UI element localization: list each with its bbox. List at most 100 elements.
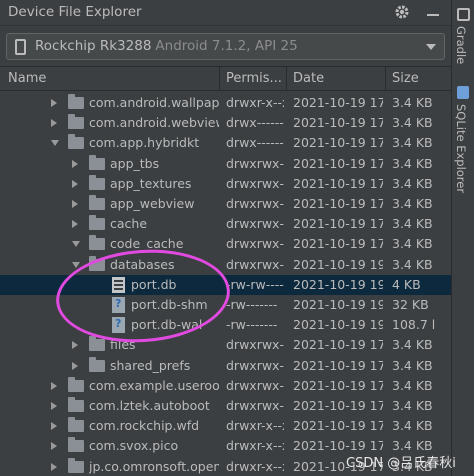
file-name: port.db-wal xyxy=(131,317,203,333)
table-row[interactable]: app_textures drwxrwx--x 2021-10-19 17: 3.4 … xyxy=(0,174,451,194)
device-label: Rockchip Rk3288 Android 7.1.2, API 25 xyxy=(35,38,298,54)
file-permissions: drwxrwx--x xyxy=(226,337,284,353)
file-date: 2021-10-19 17: xyxy=(293,337,383,353)
database-icon xyxy=(457,86,469,99)
file-date: 2021-10-19 17: xyxy=(293,135,383,151)
chevron-right-icon[interactable] xyxy=(72,159,78,168)
file-permissions: drwxr-x--x xyxy=(226,438,284,454)
file-permissions: drwxrwx--x xyxy=(226,196,284,211)
table-row[interactable]: files drwxrwx--x 2021-10-19 17: 3.4 KB xyxy=(0,335,451,355)
chevron-right-icon[interactable] xyxy=(72,200,78,208)
column-divider[interactable] xyxy=(219,67,220,91)
file-permissions: drwx------ xyxy=(226,115,284,131)
device-selector-row: Rockchip Rk3288 Android 7.1.2, API 25 xyxy=(0,26,451,66)
file-date: 2021-10-19 17: xyxy=(293,196,383,211)
chevron-right-icon[interactable] xyxy=(72,361,78,370)
file-permissions: -rw------- xyxy=(226,297,278,312)
file-permissions: drwxr-x--x xyxy=(226,418,284,434)
file-size: 3.4 KB xyxy=(392,236,433,252)
chevron-right-icon[interactable] xyxy=(51,442,57,451)
chevron-right-icon[interactable] xyxy=(72,220,78,229)
file-date: 2021-10-19 17: xyxy=(293,418,383,434)
table-row[interactable]: shared_prefs drwxrwx--x 2021-10-19 17: 3.4 … xyxy=(0,356,451,376)
file-permissions: drwxrwx--x xyxy=(226,175,284,191)
database-file-icon xyxy=(112,276,125,293)
file-date: 2021-10-19 19: xyxy=(293,317,383,333)
file-name: com.android.wallpap xyxy=(89,95,219,110)
folder-icon xyxy=(89,195,105,210)
file-size: 3.4 KB xyxy=(392,175,433,191)
column-divider[interactable] xyxy=(286,67,287,91)
file-name: port.db-shm xyxy=(131,297,208,312)
file-size: 3.4 KB xyxy=(392,377,433,393)
chevron-down-icon[interactable] xyxy=(51,140,59,147)
device-dropdown[interactable]: Rockchip Rk3288 Android 7.1.2, API 25 xyxy=(6,33,445,60)
table-row[interactable]: cache drwxrwx--x 2021-10-19 17: 3.4 KB xyxy=(0,214,451,234)
file-permissions: drwxr-x--x xyxy=(226,95,284,110)
column-divider[interactable] xyxy=(385,67,386,91)
table-row[interactable]: app_tbs drwxrwx--x 2021-10-19 17: 3.4 KB xyxy=(0,154,451,174)
gradle-tab[interactable]: Gradle xyxy=(454,26,468,64)
chevron-right-icon[interactable] xyxy=(51,462,57,471)
file-date: 2021-10-19 17: xyxy=(293,216,383,232)
table-row[interactable]: com.app.hybridkt drwx------ 2021-10-19 17:… xyxy=(0,133,451,153)
file-tree-table: com.android.wallpap drwxr-x--x 2021-10-19 … xyxy=(0,91,451,476)
file-date: 2021-10-19 17: xyxy=(293,95,383,110)
column-header-permissions[interactable]: Permis... xyxy=(226,71,282,86)
folder-icon xyxy=(89,235,105,251)
file-size: 3.4 KB xyxy=(392,337,433,353)
file-date: 2021-10-19 17: xyxy=(293,357,383,373)
file-date: 2021-10-19 17: xyxy=(293,398,383,413)
device-info: Android 7.1.2, API 25 xyxy=(155,38,298,54)
table-row[interactable]: com.lztek.autoboot drwxrwx--x 2021-10-19 1… xyxy=(0,396,451,416)
chevron-right-icon[interactable] xyxy=(51,99,57,107)
table-row[interactable]: port.db-shm -rw------- 2021-10-19 19: 32 KB xyxy=(0,295,451,315)
folder-icon xyxy=(68,437,84,453)
file-size: 3.4 KB xyxy=(392,418,433,434)
folder-icon xyxy=(89,174,105,190)
file-permissions: drwxrwx--x xyxy=(226,256,284,272)
chevron-right-icon[interactable] xyxy=(72,179,78,188)
minimize-icon[interactable] xyxy=(423,2,443,22)
chevron-down-icon[interactable] xyxy=(72,261,80,268)
folder-icon xyxy=(68,417,84,433)
file-name: shared_prefs xyxy=(110,357,191,373)
chevron-right-icon[interactable] xyxy=(51,119,57,128)
file-date: 2021-10-19 19: xyxy=(293,276,383,292)
table-row[interactable]: com.android.webview drwx------ 2021-10-19 … xyxy=(0,113,451,133)
chevron-down-icon[interactable] xyxy=(72,241,80,248)
file-name: com.lztek.autoboot xyxy=(89,398,210,413)
device-file-explorer-panel: Device File Explorer Rockchip Rk3288 Andr… xyxy=(0,0,451,476)
file-name: com.rockchip.wfd xyxy=(89,418,200,434)
table-row[interactable]: com.example.useroor drwxrwx--x 2021-10-19 … xyxy=(0,376,451,396)
table-row[interactable]: app_webview drwxrwx--x 2021-10-19 17: 3.4 K… xyxy=(0,194,451,214)
file-permissions: drwxrwx--x xyxy=(226,398,284,413)
chevron-right-icon[interactable] xyxy=(51,381,57,390)
table-row[interactable]: port.db-wal -rw------- 2021-10-19 19: 108.7… xyxy=(0,315,451,335)
file-name: app_tbs xyxy=(110,155,160,171)
chevron-right-icon[interactable] xyxy=(72,341,78,350)
folder-icon xyxy=(89,356,105,372)
table-row[interactable]: com.android.wallpap drwxr-x--x 2021-10-19 … xyxy=(0,93,451,113)
chevron-right-icon[interactable] xyxy=(51,402,57,410)
table-row[interactable]: code_cache drwxrwx--x 2021-10-19 17: 3.4 KB xyxy=(0,234,451,254)
sqlite-explorer-tab[interactable]: SQLite Explorer xyxy=(454,104,468,193)
file-permissions: -rw-rw---- xyxy=(226,276,284,292)
table-row[interactable]: port.db -rw-rw---- 2021-10-19 19: 4 KB xyxy=(0,274,451,295)
file-name: files xyxy=(110,337,136,353)
file-date: 2021-10-19 17: xyxy=(293,377,383,393)
file-permissions: drwxrwx--x xyxy=(226,377,284,393)
file-permissions: drwxrwx--x xyxy=(226,155,284,171)
table-header: Name Permis... Date Size xyxy=(0,66,451,91)
table-row[interactable]: databases drwxrwx--x 2021-10-19 19: 3.4 KB xyxy=(0,255,451,275)
table-row[interactable]: com.rockchip.wfd drwxr-x--x 2021-10-19 17:… xyxy=(0,416,451,436)
folder-icon xyxy=(68,397,84,412)
column-header-size[interactable]: Size xyxy=(392,71,419,86)
chevron-right-icon[interactable] xyxy=(51,422,57,431)
gear-icon[interactable] xyxy=(392,2,412,22)
folder-icon xyxy=(68,94,84,109)
column-header-name[interactable]: Name xyxy=(8,71,46,86)
file-permissions: drwxr-x--x xyxy=(226,458,284,474)
column-header-date[interactable]: Date xyxy=(293,71,324,86)
file-name: com.svox.pico xyxy=(89,438,179,454)
